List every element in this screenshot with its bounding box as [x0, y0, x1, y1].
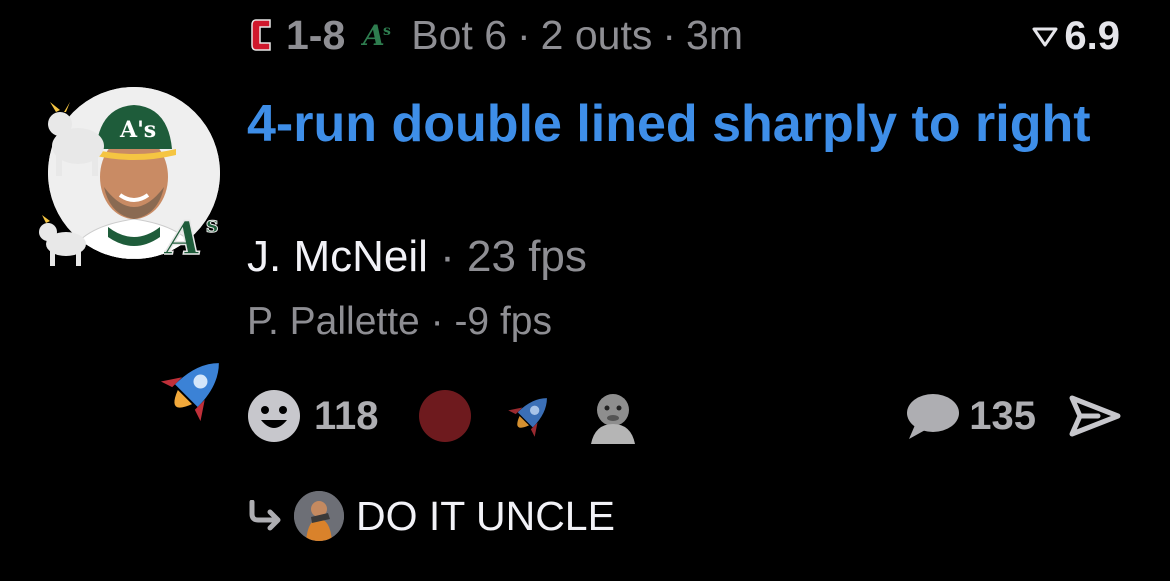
separator: · — [517, 11, 531, 58]
separator: · — [440, 232, 455, 281]
svg-text:A's: A's — [119, 117, 156, 143]
pitcher-name[interactable]: P. Pallette — [247, 300, 420, 343]
separator: · — [430, 300, 444, 343]
rating-value: 6.9 — [1064, 14, 1120, 58]
rocket-icon — [160, 363, 219, 422]
athletics-logo-icon: A s — [361, 19, 391, 52]
baby-avatar-reaction-icon[interactable] — [585, 388, 641, 444]
red-circle-reaction-icon[interactable] — [418, 390, 471, 442]
smiley-icon[interactable] — [246, 388, 302, 444]
separator: · — [662, 11, 677, 58]
smiley-count: 118 — [314, 393, 379, 438]
svg-text:s: s — [383, 23, 391, 39]
inning-text: Bot 6 — [411, 11, 507, 58]
reply-arrow-icon — [249, 500, 281, 531]
batter-line: J. McNeil · 23 fps — [247, 232, 587, 282]
comment-bubble-icon[interactable] — [905, 391, 961, 441]
comment-count: 135 — [969, 393, 1036, 438]
batter-name[interactable]: J. McNeil — [247, 232, 428, 281]
comments-area: 135 — [905, 388, 1122, 444]
funnel-icon — [1032, 27, 1058, 46]
rocket-reaction-icon[interactable] — [501, 388, 557, 444]
svg-text:A: A — [361, 19, 385, 52]
reply-preview[interactable]: DO IT UNCLE — [248, 488, 615, 544]
athletics-logo-icon: A s — [164, 210, 219, 258]
outs-text: 2 outs — [540, 11, 653, 58]
reaction-bar: 118 — [246, 388, 641, 444]
play-rating: 6.9 — [1032, 14, 1120, 59]
goat-icon — [48, 102, 104, 176]
game-score: 1-8 — [286, 11, 346, 58]
share-send-icon[interactable] — [1068, 394, 1122, 438]
play-headline[interactable]: 4-run double lined sharply to right — [247, 90, 1127, 158]
pitcher-line: P. Pallette · -9 fps — [247, 300, 552, 344]
reply-user-avatar[interactable] — [294, 491, 344, 541]
svg-text:A: A — [164, 211, 202, 258]
goat-icon — [39, 215, 86, 266]
svg-text:s: s — [206, 212, 218, 238]
pitcher-fps: -9 fps — [454, 300, 552, 343]
game-status-bar[interactable]: 1-8 A s Bot 6 · 2 outs · 3m — [250, 12, 743, 58]
cleveland-c-logo-icon — [251, 19, 271, 51]
reply-text: DO IT UNCLE — [356, 492, 615, 539]
batter-fps: 23 fps — [467, 232, 587, 281]
time-ago: 3m — [686, 11, 743, 58]
